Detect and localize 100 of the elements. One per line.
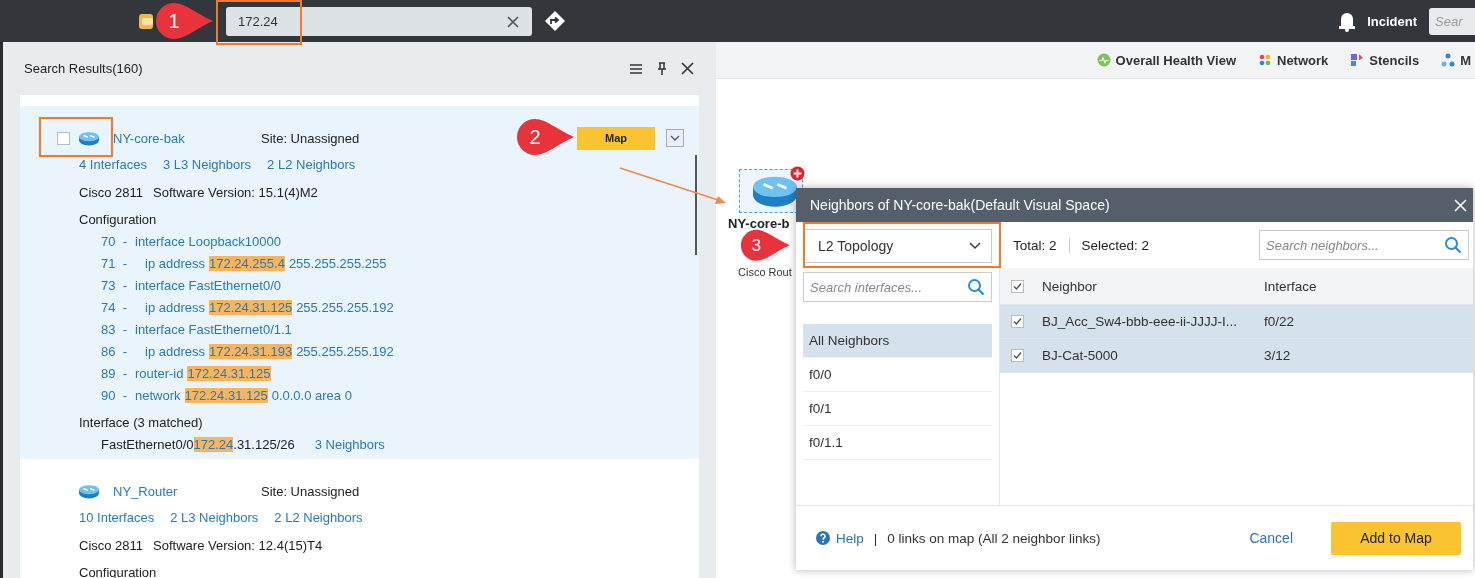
selected-count: Selected: 2 [1081,237,1150,253]
search-icon[interactable] [1444,236,1462,254]
config-text: 255.255.255.255 [288,255,387,271]
config-text: 0.0.0.0 area 0 [271,387,352,403]
line-number: 86 - [101,343,128,359]
help-icon[interactable] [816,531,830,545]
neighbors-link[interactable]: 3 Neighbors [314,436,385,452]
callout-number: 2 [528,126,542,149]
config-text: FastEthernet0/0 [101,436,194,452]
search-field[interactable]: Sear [1429,7,1475,35]
section-title: Configuration [78,210,158,229]
result-link[interactable]: 10 Interfaces [79,509,155,525]
interface-item[interactable]: f0/1.1 [803,426,992,460]
search-field[interactable]: Search interfaces... [803,272,992,302]
separator: | [873,530,878,546]
help-link[interactable]: Help [836,530,864,546]
checkbox[interactable] [57,131,70,145]
bell-icon[interactable] [1337,10,1358,32]
software-version: Software Version: 15.1(4)M2 [153,184,318,200]
highlighted-text: 172.24 [193,436,234,452]
table-cell-text: 3/12 [1264,348,1292,363]
highlighted-text: 172.24.31.193 [209,343,293,359]
config-text: ip address [145,299,205,315]
logo-icon[interactable] [138,11,153,31]
line-number: 73 - [101,277,128,293]
device-node[interactable] [739,169,803,213]
line-number: 70 - [101,233,128,249]
health-icon [1096,53,1111,67]
result-link[interactable]: 2 L2 Neighbors [267,156,356,172]
device-link[interactable]: NY_Router [113,483,261,499]
add-icon[interactable] [790,166,805,181]
config-text: router-id [135,365,184,381]
topology-dropdown[interactable]: L2 Topology [803,229,992,263]
shapes-icon [1350,53,1365,67]
config-text: 255.255.255.192 [296,343,394,359]
callout-marker [516,118,576,156]
interface-item[interactable]: All Neighbors [803,324,992,358]
add-to-map-button[interactable]: Add to Map [1331,521,1461,555]
toolbar-button[interactable]: Overall Health View [1092,52,1240,68]
config-text: interface Loopback10000 [135,233,281,249]
line-number: 71 - [101,255,128,271]
callout-marker [740,229,792,262]
interface-item[interactable]: f0/0 [803,358,992,392]
router-icon [78,130,100,146]
checkbox[interactable] [1011,315,1024,328]
close-icon[interactable] [681,62,694,75]
result-link[interactable]: 3 L3 Neighbors [162,156,252,172]
direction-icon[interactable] [544,10,566,32]
result-link[interactable]: 4 Interfaces [79,156,147,172]
checkbox[interactable] [1011,279,1024,293]
dropdown-button[interactable] [666,129,684,147]
menu-icon[interactable] [629,62,643,75]
checkbox[interactable] [1011,349,1024,362]
device-link[interactable]: NY-core-bak [113,130,261,146]
line-number: 74 - [101,299,128,315]
result-item[interactable] [20,106,699,459]
result-link[interactable]: 2 L3 Neighbors [170,509,259,525]
interface-item[interactable]: f0/1 [803,392,992,426]
highlighted-text: 172.24.31.125 [209,299,293,315]
table-row[interactable]: BJ_Acc_Sw4-bbb-eee-ii-JJJJ-I... f0/22 [1000,305,1473,339]
close-icon[interactable] [506,14,520,29]
scrollbar[interactable] [695,155,697,255]
total-count: Total: 2 [1013,237,1057,253]
table-cell-text: f0/22 [1264,314,1296,329]
config-text: ip address [145,255,205,271]
toolbar-button[interactable]: Network [1254,52,1333,68]
cancel-link[interactable]: Cancel [1249,530,1293,546]
search-icon[interactable] [967,278,985,296]
callout-number: 3 [750,235,763,256]
line-number: 89 - [101,365,128,381]
toolbar-button[interactable]: Stencils [1346,52,1424,68]
incident-label[interactable]: Incident [1367,13,1417,29]
caret-icon [670,135,680,141]
search-field[interactable]: 172.24 [226,6,532,36]
search-field[interactable]: Search neighbors... [1259,230,1469,260]
table-row[interactable]: BJ-Cat-5000 3/12 [1000,339,1473,373]
site-label: Site: Unassigned [261,483,360,499]
links-info: 0 links on map (All 2 neighbor links) [887,530,1101,546]
line-number: 83 - [101,321,128,337]
line-number: 90 - [101,387,128,403]
map-button[interactable]: Map [577,126,655,150]
config-text: interface FastEthernet0/0 [135,277,281,293]
pin-icon[interactable] [657,61,667,76]
result-link[interactable]: 2 L2 Neighbors [274,509,363,525]
software-version: Software Version: 12.4(15)T4 [153,537,323,553]
chevron-icon [969,242,981,250]
column-header: Interface [1264,278,1318,294]
node-sublabel: Cisco Rout [738,266,792,278]
config-text: interface FastEthernet0/1.1 [135,321,292,337]
highlighted-text: 172.24.31.125 [184,387,268,403]
grid-icon [1258,53,1272,67]
highlighted-text: 172.24.255.4 [209,255,285,271]
model-label: Cisco 2811 [79,184,144,200]
toolbar-button[interactable]: M [1437,52,1475,68]
model-label: Cisco 2811 [79,537,144,553]
config-text: ip address [145,343,205,359]
section-title: Interface (3 matched) [78,413,204,432]
dialog-title: Neighbors of NY-core-bak(Default Visual Space) [810,197,1110,213]
node-label: NY-core-b [728,216,790,231]
highlighted-text: 172.24.31.125 [187,365,271,381]
